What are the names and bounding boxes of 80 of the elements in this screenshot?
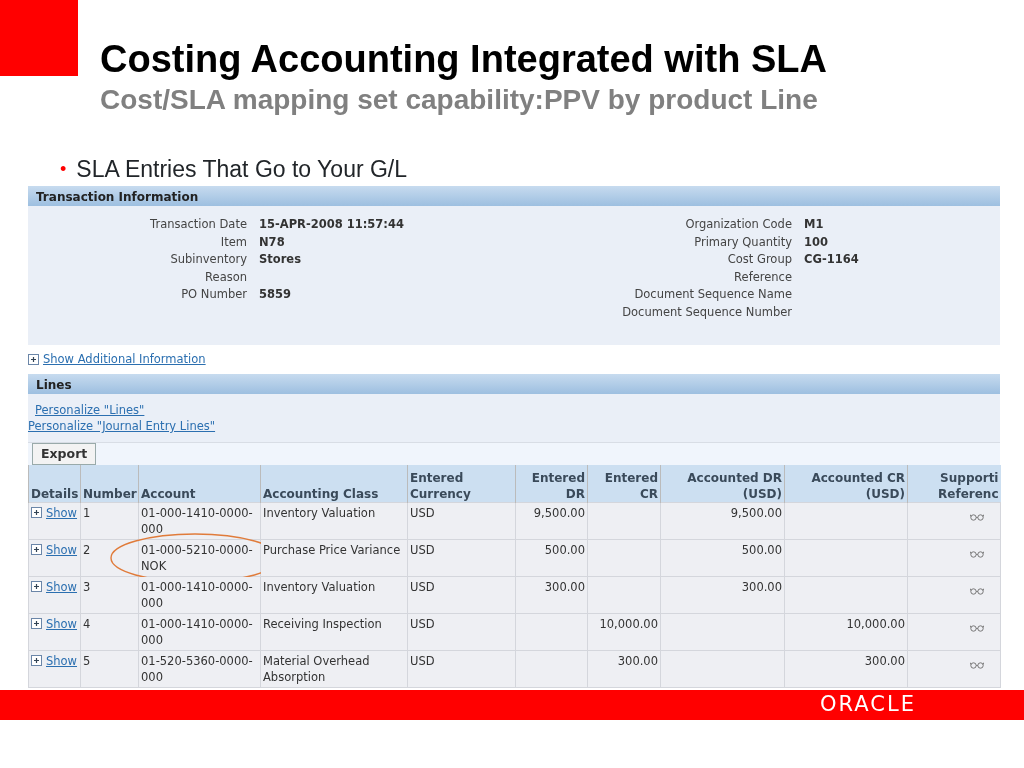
field-label: Reference bbox=[733, 268, 792, 286]
field-value: M1 bbox=[804, 216, 825, 233]
amount: 9,500.00 bbox=[730, 505, 782, 520]
export-button[interactable]: Export bbox=[32, 443, 97, 465]
column-header: Entered CR bbox=[587, 465, 661, 502]
field-label: Primary Quantity bbox=[693, 233, 792, 251]
section-header: Lines bbox=[28, 374, 1000, 394]
field-value: N78 bbox=[259, 233, 286, 251]
accounting-class: Purchase Price Variance bbox=[263, 542, 401, 557]
account-code: 01-000-1410-0000-000 bbox=[141, 578, 254, 611]
field-label: PO Number bbox=[180, 286, 247, 304]
bullet-text: SLA Entries That Go to Your G/L bbox=[76, 155, 408, 183]
glasses-icon[interactable] bbox=[970, 587, 984, 595]
field-label: Document Sequence Number bbox=[621, 303, 792, 321]
column-header: Accounting Class bbox=[260, 465, 408, 502]
show-additional-information-link[interactable]: Show Additional Information bbox=[43, 350, 206, 369]
column-header: Account bbox=[138, 465, 261, 502]
field-label: Cost Group bbox=[726, 251, 792, 269]
expand-icon[interactable] bbox=[31, 544, 42, 555]
currency-code: USD bbox=[410, 616, 435, 631]
column-header: Entered Currency bbox=[407, 465, 516, 502]
personalize-link[interactable]: Personalize "Journal Entry Lines" bbox=[28, 419, 216, 433]
personalize-link[interactable]: Personalize "Lines" bbox=[35, 403, 145, 417]
line-number: 4 bbox=[83, 616, 91, 631]
column-header: Entered DR bbox=[515, 465, 588, 502]
amount: 500.00 bbox=[544, 542, 585, 557]
currency-code: USD bbox=[410, 653, 435, 668]
slide-subtitle: Cost/SLA mapping set capability:PPV by product Line bbox=[100, 83, 819, 117]
field-value: 15-APR-2008 11:57:44 bbox=[259, 216, 405, 233]
column-header: Details bbox=[28, 465, 81, 502]
column-header: Accounted DR (USD) bbox=[660, 465, 785, 502]
glasses-icon[interactable] bbox=[970, 624, 984, 632]
column-header: Accounted CR (USD) bbox=[784, 465, 908, 502]
expand-icon[interactable] bbox=[31, 581, 42, 592]
account-code: 01-520-5360-0000-000 bbox=[141, 652, 254, 685]
field-label: Subinventory bbox=[169, 251, 247, 269]
glasses-icon[interactable] bbox=[970, 513, 984, 521]
field-value: Stores bbox=[259, 251, 302, 269]
amount: 300.00 bbox=[544, 579, 585, 594]
line-number: 3 bbox=[83, 579, 91, 594]
amount: 300.00 bbox=[864, 653, 905, 668]
accounting-class: Inventory Valuation bbox=[263, 505, 376, 520]
field-value: 5859 bbox=[259, 286, 292, 304]
field-label: Item bbox=[219, 233, 247, 251]
currency-code: USD bbox=[410, 542, 435, 557]
accounting-class: Material Overhead Absorption bbox=[263, 653, 370, 684]
currency-code: USD bbox=[410, 505, 435, 520]
footer-logo: ORACLE bbox=[820, 691, 916, 719]
field-label: Transaction Date bbox=[149, 216, 247, 233]
expand-icon[interactable] bbox=[31, 655, 42, 666]
line-number: 5 bbox=[83, 653, 91, 668]
amount: 300.00 bbox=[617, 653, 658, 668]
line-number: 1 bbox=[83, 505, 91, 520]
bullet-marker: • bbox=[60, 158, 67, 181]
expand-icon[interactable] bbox=[31, 507, 42, 518]
field-label: Document Sequence Name bbox=[633, 286, 792, 304]
amount: 300.00 bbox=[741, 579, 782, 594]
accounting-class: Inventory Valuation bbox=[263, 579, 376, 594]
expand-icon[interactable] bbox=[31, 618, 42, 629]
amount: 9,500.00 bbox=[533, 505, 585, 520]
slide-title: Costing Accounting Integrated with SLA bbox=[100, 37, 827, 82]
account-code: 01-000-5210-0000-NOK bbox=[141, 541, 254, 574]
field-label: Organization Code bbox=[684, 216, 792, 233]
column-header: Supporti Referenc bbox=[907, 465, 1001, 502]
section-header: Transaction Information bbox=[28, 186, 1000, 206]
glasses-icon[interactable] bbox=[970, 661, 984, 669]
currency-code: USD bbox=[410, 579, 435, 594]
accounting-class: Receiving Inspection bbox=[263, 616, 382, 631]
amount: 500.00 bbox=[741, 542, 782, 557]
amount: 10,000.00 bbox=[599, 616, 658, 631]
column-header: Number bbox=[80, 465, 139, 502]
account-code: 01-000-1410-0000-000 bbox=[141, 615, 254, 648]
line-number: 2 bbox=[83, 542, 91, 557]
field-label: Reason bbox=[204, 268, 247, 286]
glasses-icon[interactable] bbox=[970, 550, 984, 558]
account-code: 01-000-1410-0000-000 bbox=[141, 504, 254, 537]
field-value: 100 bbox=[804, 233, 829, 251]
field-value: CG-1164 bbox=[804, 251, 860, 269]
expand-icon[interactable] bbox=[28, 354, 39, 365]
amount: 10,000.00 bbox=[846, 616, 905, 631]
